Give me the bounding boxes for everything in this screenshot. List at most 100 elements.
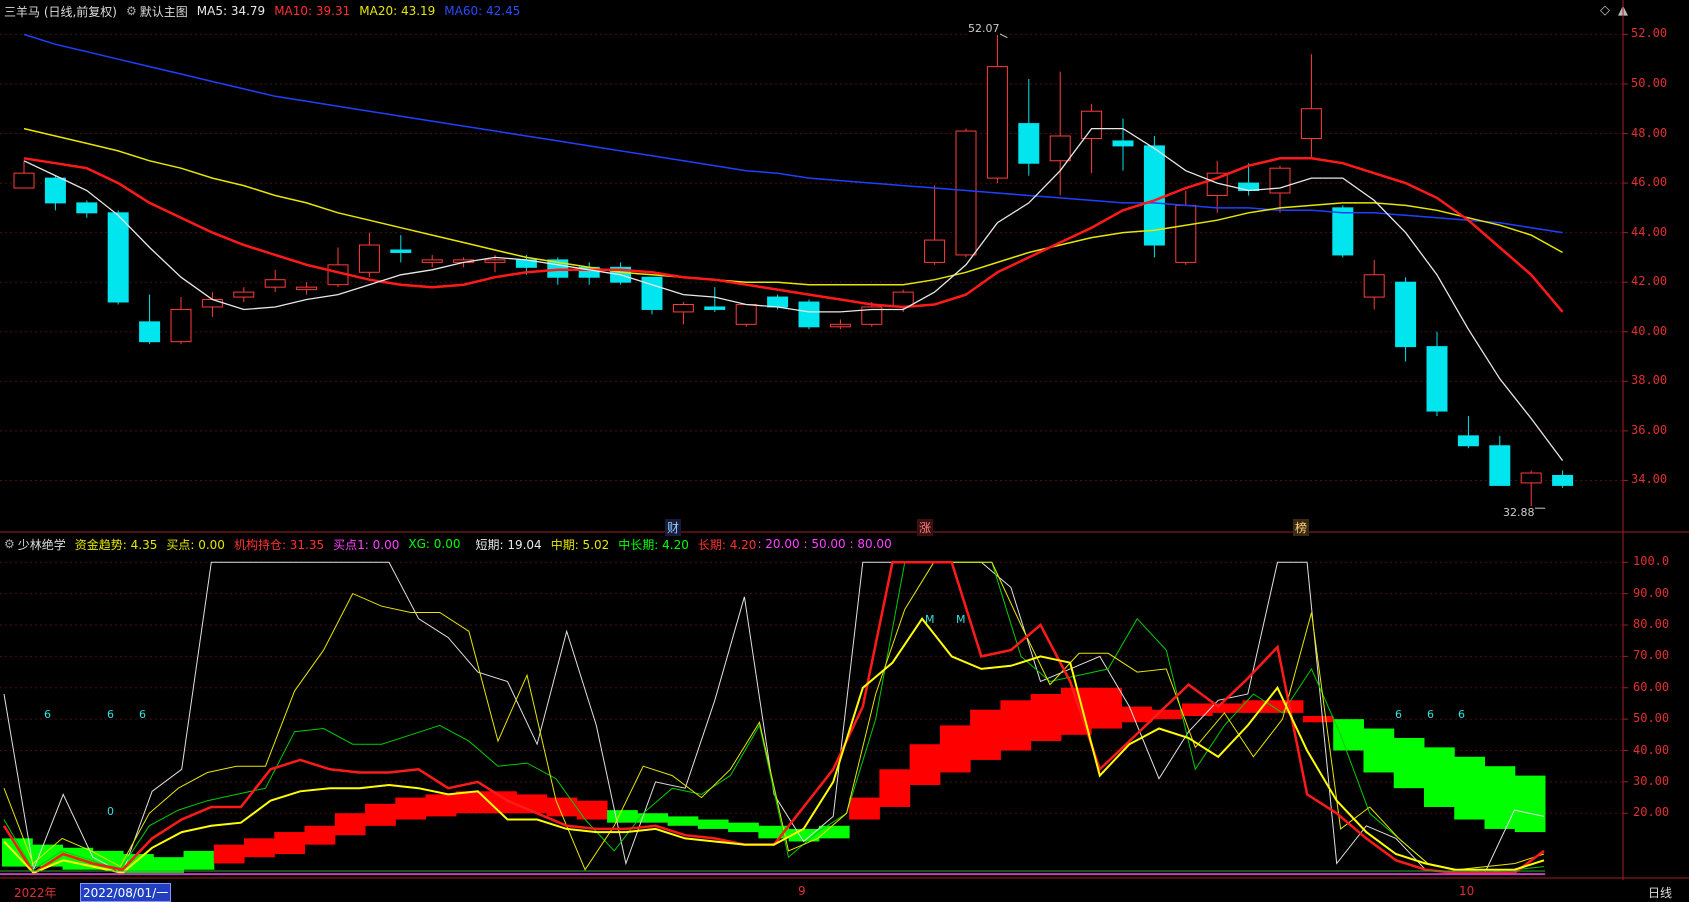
institution-block: [1091, 687, 1122, 729]
price-tick-label: 36.00: [1631, 422, 1668, 437]
institution-block: [1333, 719, 1364, 751]
indicator-tick-label: 100.0: [1633, 554, 1670, 569]
institution-block: [1393, 737, 1425, 789]
candle-down: [1395, 281, 1417, 348]
institution-block: [1514, 775, 1546, 833]
event-cai-marker[interactable]: 财: [665, 519, 682, 536]
candle-up: [829, 323, 851, 328]
institution-block: [1454, 756, 1485, 820]
institution-block: [849, 797, 880, 820]
candle-up: [1269, 167, 1291, 194]
month-9-label: 9: [798, 884, 806, 898]
price-tick-label: 40.00: [1631, 323, 1668, 338]
year-label: 2022年: [14, 886, 57, 900]
candle-up: [735, 303, 757, 325]
event-bang-marker[interactable]: 榜: [1293, 519, 1310, 536]
institution-block: [1030, 694, 1062, 742]
indicator-tick-label: 60.00: [1633, 679, 1670, 694]
price-tick-label: 44.00: [1631, 224, 1668, 239]
candle-up: [955, 130, 977, 256]
institution-block: [334, 813, 366, 836]
institution-block: [1423, 747, 1455, 807]
institution-block: [667, 816, 699, 826]
price-tick-label: 52.00: [1631, 26, 1668, 41]
institution-block: [1302, 716, 1334, 723]
period-label[interactable]: 日线: [1648, 884, 1672, 901]
institution-block: [1242, 700, 1274, 713]
candle-up: [484, 259, 506, 263]
event-zhang-marker[interactable]: 涨: [917, 519, 934, 536]
ma20-line: [23, 127, 1563, 286]
institution-block: [213, 844, 245, 864]
candle-up: [264, 279, 286, 288]
candle-up: [924, 239, 946, 263]
candle-down: [767, 296, 789, 308]
candle-down: [1457, 435, 1479, 447]
candle-down: [44, 177, 66, 204]
indicator-tick-label: 70.00: [1633, 648, 1670, 663]
institution-block: [728, 822, 759, 833]
signal-6-label: 6: [1395, 708, 1402, 721]
candle-up: [1081, 110, 1103, 139]
institution-block: [607, 810, 638, 823]
price-tick-label: 46.00: [1631, 175, 1668, 190]
institution-block: [1363, 728, 1395, 773]
signal-0-label: 0: [107, 805, 114, 818]
candle-up: [892, 291, 914, 308]
institution-block: [365, 803, 396, 826]
candle-up: [986, 66, 1008, 179]
candle-down: [139, 321, 161, 343]
candle-down: [107, 212, 129, 303]
candle-down: [1552, 474, 1574, 486]
signal-m-label: M: [956, 613, 966, 626]
candle-up: [170, 308, 192, 343]
candle-down: [704, 306, 726, 310]
candle-down: [390, 249, 412, 253]
price-tick-label: 50.00: [1631, 75, 1668, 90]
institution-block: [879, 769, 911, 807]
candle-up: [672, 303, 694, 313]
institution-block: [939, 725, 971, 773]
price-and-indicator-chart[interactable]: [0, 0, 1689, 901]
institution-block: [244, 838, 275, 858]
candle-up: [1300, 108, 1322, 139]
indicator-tick-label: 50.00: [1633, 711, 1670, 726]
institution-block: [970, 709, 1001, 760]
indicator-tick-label: 20.00: [1633, 805, 1670, 820]
candle-down: [798, 301, 820, 328]
candle-up: [1520, 472, 1542, 484]
candle-up: [296, 286, 318, 291]
indicator-tick-label: 80.00: [1633, 617, 1670, 632]
candle-up: [358, 244, 380, 273]
institution-block: [909, 744, 941, 786]
indicator-tick-label: 40.00: [1633, 742, 1670, 757]
signal-6-label: 6: [1458, 708, 1465, 721]
indicator-tick-label: 90.00: [1633, 585, 1670, 600]
candle-up: [233, 291, 255, 298]
institution-block: [183, 850, 215, 870]
candle-down: [1112, 140, 1134, 147]
institution-block: [1000, 700, 1032, 751]
price-tick-label: 34.00: [1631, 472, 1668, 487]
low-price-label: 32.88: [1503, 506, 1535, 519]
signal-6-label: 6: [107, 708, 114, 721]
candle-up: [13, 172, 35, 189]
price-tick-label: 42.00: [1631, 274, 1668, 289]
institution-block: [274, 832, 306, 855]
candle-up: [1175, 204, 1197, 263]
candle-down: [1426, 346, 1448, 412]
high-price-label: 52.07: [968, 22, 1000, 35]
institution-block: [1121, 706, 1153, 723]
institution-block: [697, 819, 729, 829]
month-10-label: 10: [1459, 884, 1475, 898]
price-tick-label: 38.00: [1631, 373, 1668, 388]
institution-block: [395, 797, 427, 820]
candle-up: [421, 259, 443, 263]
cursor-date-label[interactable]: 2022/08/01/一: [80, 883, 172, 902]
candle-up: [1363, 274, 1385, 298]
institution-block: [1484, 766, 1516, 829]
institution-block: [1181, 703, 1213, 716]
ma5-line: [23, 127, 1564, 461]
candle-up: [1049, 135, 1071, 162]
price-tick-label: 48.00: [1631, 125, 1668, 140]
